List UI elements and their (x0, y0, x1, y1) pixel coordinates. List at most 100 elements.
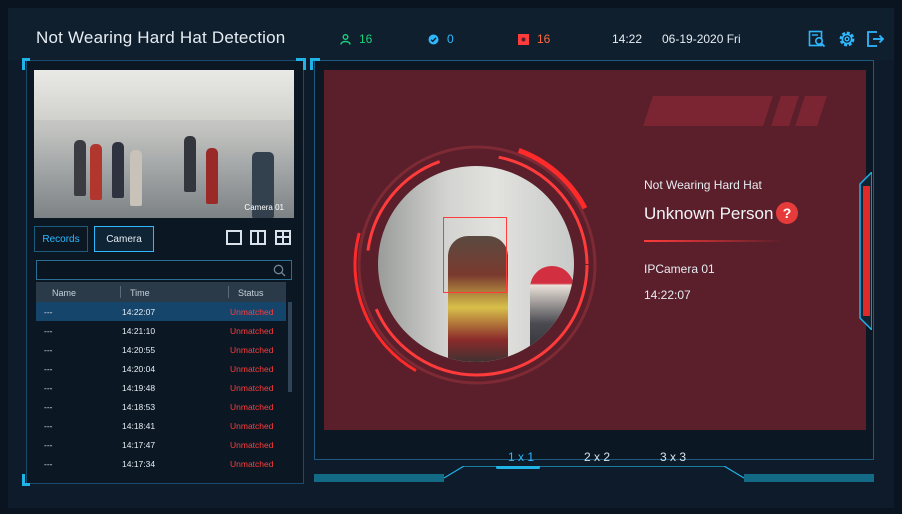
cell-status: Unmatched (230, 421, 274, 431)
face-bounding-box (443, 217, 507, 293)
clock: 14:22 (612, 32, 643, 46)
detection-person: Unknown Person (644, 204, 774, 223)
quad-view-button[interactable] (275, 230, 291, 245)
search-box (36, 260, 292, 280)
cell-time: 14:18:53 (122, 402, 156, 412)
search-input[interactable] (37, 261, 267, 279)
dual-view-button[interactable] (250, 230, 266, 245)
active-layout-indicator (496, 466, 540, 469)
detection-time: 14:22:07 (644, 288, 691, 302)
divider (257, 232, 259, 243)
alarm-count: 16 (518, 32, 550, 46)
stripe (643, 96, 773, 126)
scene-person (206, 148, 218, 204)
date: 06-19-2020 Fri (662, 32, 741, 46)
app-title: Not Wearing Hard Hat Detection (36, 28, 286, 47)
verified-count: 0 (428, 32, 454, 46)
check-icon (428, 34, 439, 44)
layout-3x3-button[interactable]: 3 x 3 (660, 450, 686, 464)
records-list: --- 14:22:07 Unmatched --- 14:21:10 Unmatche… (36, 302, 286, 473)
search-records-icon[interactable] (808, 30, 826, 48)
gear-icon[interactable] (838, 30, 856, 48)
cell-name: --- (44, 326, 53, 336)
cell-status: Unmatched (230, 307, 274, 317)
table-row[interactable]: --- 14:17:34 Unmatched (36, 454, 286, 473)
person-figure (530, 266, 574, 362)
cell-time: 14:20:55 (122, 345, 156, 355)
cell-time: 14:17:34 (122, 459, 156, 469)
cell-status: Unmatched (230, 326, 274, 336)
cell-name: --- (44, 364, 53, 374)
scene-person (184, 136, 196, 192)
column-header-name[interactable]: Name (52, 288, 76, 298)
frame-corner (22, 474, 30, 486)
cell-status: Unmatched (230, 402, 274, 412)
cell-time: 14:19:48 (122, 383, 156, 393)
stripe (771, 96, 799, 126)
bottom-bar (314, 466, 874, 482)
divider-line (644, 240, 784, 242)
scene-person (130, 150, 142, 206)
person-icon (340, 33, 351, 45)
header-bar: Not Wearing Hard Hat Detection 16 0 16 1… (8, 8, 894, 60)
tab-records[interactable]: Records (34, 226, 88, 252)
camera-preview[interactable]: Camera 01 (34, 70, 294, 218)
table-row[interactable]: --- 14:21:10 Unmatched (36, 321, 286, 340)
stripe (795, 96, 827, 126)
alarm-count-value: 16 (537, 32, 551, 46)
layout-2x2-button[interactable]: 2 x 2 (584, 450, 610, 464)
cell-time: 14:17:47 (122, 440, 156, 450)
side-panel-toggle[interactable] (854, 172, 872, 330)
cell-name: --- (44, 307, 53, 317)
frame-corner (22, 58, 30, 70)
table-row[interactable]: --- 14:22:07 Unmatched (36, 302, 286, 321)
tab-camera[interactable]: Camera (94, 226, 154, 252)
detection-type: Not Wearing Hard Hat (644, 178, 762, 192)
cell-name: --- (44, 345, 53, 355)
camera-label: Camera 01 (244, 203, 284, 212)
list-scrollbar[interactable] (288, 302, 292, 392)
table-row[interactable]: --- 14:17:47 Unmatched (36, 435, 286, 454)
divider (277, 236, 289, 238)
scene-person (112, 142, 124, 198)
column-divider (120, 286, 121, 298)
table-row[interactable]: --- 14:18:41 Unmatched (36, 416, 286, 435)
people-count-value: 16 (359, 32, 373, 46)
cell-name: --- (44, 459, 53, 469)
cell-name: --- (44, 440, 53, 450)
column-header-time[interactable]: Time (130, 288, 150, 298)
detection-camera: IPCamera 01 (644, 262, 715, 276)
table-row[interactable]: --- 14:20:04 Unmatched (36, 359, 286, 378)
cell-time: 14:22:07 (122, 307, 156, 317)
cell-status: Unmatched (230, 364, 274, 374)
scene-person (90, 144, 102, 200)
people-count: 16 (340, 32, 372, 46)
cell-time: 14:20:04 (122, 364, 156, 374)
table-row[interactable]: --- 14:19:48 Unmatched (36, 378, 286, 397)
table-row[interactable]: --- 14:18:53 Unmatched (36, 397, 286, 416)
column-divider (228, 286, 229, 298)
cell-name: --- (44, 383, 53, 393)
decorative-stripes (643, 96, 830, 126)
help-icon[interactable]: ? (776, 202, 798, 224)
cell-status: Unmatched (230, 383, 274, 393)
table-row[interactable]: --- 14:20:55 Unmatched (36, 340, 286, 359)
cell-status: Unmatched (230, 459, 274, 469)
frame-corner (296, 58, 306, 70)
column-header-status[interactable]: Status (238, 288, 264, 298)
single-view-button[interactable] (226, 230, 242, 245)
table-header: Name Time Status (36, 282, 286, 302)
layout-1x1-button[interactable]: 1 x 1 (508, 450, 534, 464)
camera-scene-ceiling (34, 70, 294, 120)
cell-status: Unmatched (230, 345, 274, 355)
cell-name: --- (44, 402, 53, 412)
search-icon[interactable] (273, 264, 286, 277)
logout-icon[interactable] (866, 30, 885, 48)
cell-time: 14:18:41 (122, 421, 156, 431)
verified-count-value: 0 (447, 32, 454, 46)
scene-person (74, 140, 86, 196)
alarm-icon (518, 33, 529, 45)
panel-tabs: Records Camera (34, 226, 154, 252)
cell-status: Unmatched (230, 440, 274, 450)
frame-corner (310, 58, 320, 70)
